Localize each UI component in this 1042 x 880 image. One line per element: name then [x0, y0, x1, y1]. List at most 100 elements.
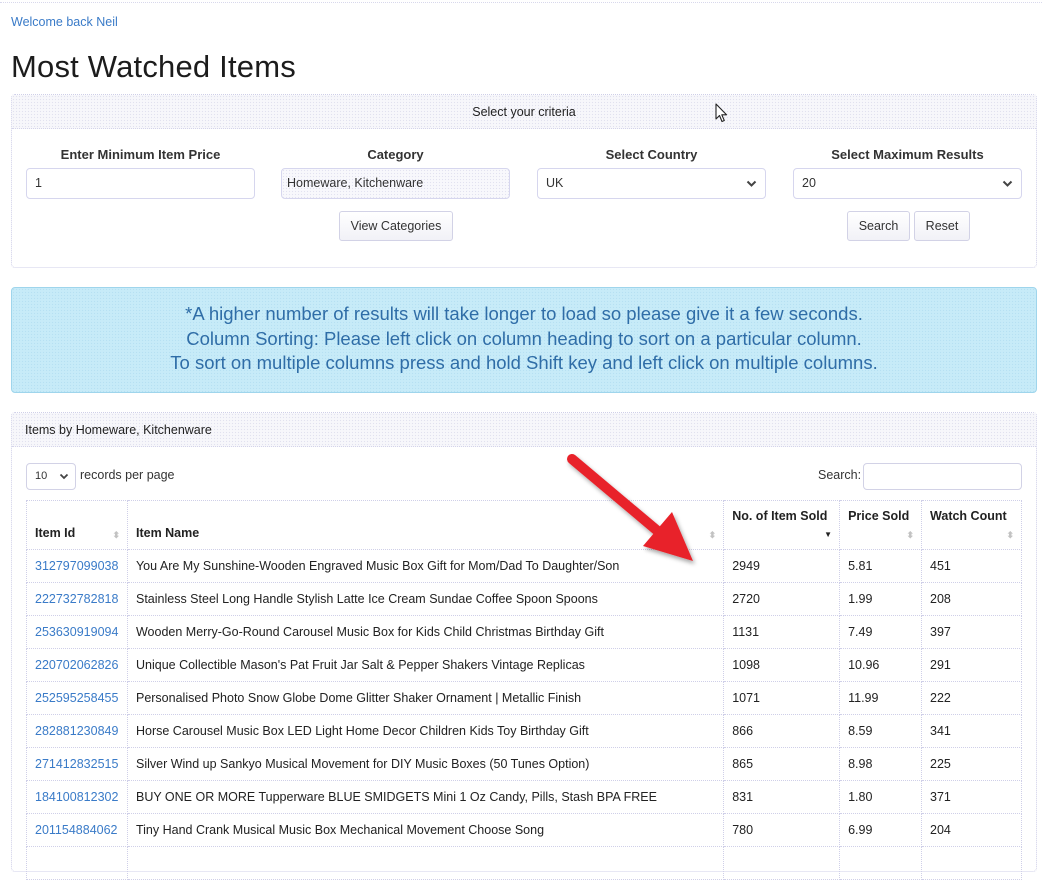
row-watch-count: 204	[921, 813, 1022, 847]
reset-button[interactable]: Reset	[914, 211, 970, 241]
row-watch-count: 397	[921, 615, 1022, 649]
row-item-name: Personalised Photo Snow Globe Dome Glitt…	[126, 681, 725, 715]
row-item-id[interactable]: 184100812302	[26, 780, 128, 814]
column-header-watch-count[interactable]: Watch Count ⬍	[921, 500, 1022, 550]
top-divider	[0, 2, 1042, 3]
row-items-sold: 780	[723, 813, 841, 847]
row-items-sold: 2720	[723, 582, 841, 616]
table-row: 184100812302 BUY ONE OR MORE Tupperware B…	[26, 780, 1022, 814]
view-categories-button[interactable]: View Categories	[339, 211, 453, 241]
table-row: 312797099038 You Are My Sunshine-Wooden E…	[26, 549, 1022, 583]
row-item-name	[126, 846, 725, 880]
row-item-name: Silver Wind up Sankyo Musical Movement f…	[126, 747, 725, 781]
table-row	[26, 846, 1022, 880]
sort-both-icon: ⬍	[906, 530, 915, 540]
column-header-item-id[interactable]: Item Id ⬍	[26, 500, 128, 550]
country-select[interactable]: UK	[537, 168, 766, 199]
criteria-heading: Select your criteria	[12, 95, 1036, 129]
chevron-down-icon	[746, 169, 757, 210]
row-watch-count: 208	[921, 582, 1022, 616]
row-item-id[interactable]: 253630919094	[26, 615, 128, 649]
min-price-value: 1	[35, 176, 42, 190]
sort-both-icon: ⬍	[708, 530, 717, 540]
row-item-name: Stainless Steel Long Handle Stylish Latt…	[126, 582, 725, 616]
row-watch-count: 371	[921, 780, 1022, 814]
row-watch-count	[921, 846, 1022, 880]
sort-both-icon: ⬍	[112, 530, 120, 540]
row-item-name: Tiny Hand Crank Musical Music Box Mechan…	[126, 813, 725, 847]
table-row: 201154884062 Tiny Hand Crank Musical Musi…	[26, 813, 1022, 847]
page-length-label: records per page	[80, 468, 175, 482]
items-panel: Items by Homeware, Kitchenware 10 record…	[11, 412, 1037, 880]
row-watch-count: 225	[921, 747, 1022, 781]
row-price-sold: 8.59	[839, 714, 923, 748]
row-price-sold: 1.80	[839, 780, 923, 814]
row-item-id[interactable]: 201154884062	[26, 813, 128, 847]
row-items-sold: 1131	[723, 615, 841, 649]
row-watch-count: 341	[921, 714, 1022, 748]
row-items-sold	[723, 846, 841, 880]
criteria-panel: Select your criteria Enter Minimum Item …	[11, 94, 1037, 268]
items-heading: Items by Homeware, Kitchenware	[12, 413, 1036, 447]
table-row: 282881230849 Horse Carousel Music Box LED…	[26, 714, 1022, 748]
row-item-name: BUY ONE OR MORE Tupperware BLUE SMIDGETS…	[126, 780, 725, 814]
row-items-sold: 1098	[723, 648, 841, 682]
row-items-sold: 831	[723, 780, 841, 814]
table-row: 220702062826 Unique Collectible Mason's P…	[26, 648, 1022, 682]
row-item-id[interactable]	[26, 846, 128, 880]
category-input[interactable]: Homeware, Kitchenware	[281, 168, 510, 199]
table-search-label: Search:	[818, 468, 862, 482]
row-price-sold: 6.99	[839, 813, 923, 847]
row-price-sold: 11.99	[839, 681, 923, 715]
table-search-input[interactable]	[863, 463, 1022, 490]
table-header-row: Item Id ⬍ Item Name ⬍ No. of Item Sold ▼…	[26, 500, 1022, 550]
row-items-sold: 865	[723, 747, 841, 781]
table-row: 271412832515 Silver Wind up Sankyo Musica…	[26, 747, 1022, 781]
row-item-id[interactable]: 271412832515	[26, 747, 128, 781]
row-item-name: Wooden Merry-Go-Round Carousel Music Box…	[126, 615, 725, 649]
sort-desc-icon: ▼	[824, 530, 833, 539]
row-price-sold: 8.98	[839, 747, 923, 781]
row-items-sold: 1071	[723, 681, 841, 715]
info-line: *A higher number of results will take lo…	[185, 303, 863, 324]
page-length-select[interactable]: 10	[26, 463, 76, 490]
page-length-value: 10	[35, 470, 48, 482]
row-item-name: Unique Collectible Mason's Pat Fruit Jar…	[126, 648, 725, 682]
row-item-id[interactable]: 220702062826	[26, 648, 128, 682]
info-line: Column Sorting: Please left click on col…	[186, 327, 862, 349]
column-header-item-name[interactable]: Item Name ⬍	[126, 500, 725, 550]
info-alert: *A higher number of results will take lo…	[11, 287, 1037, 393]
row-items-sold: 2949	[723, 549, 841, 583]
category-label: Category	[367, 147, 424, 162]
row-item-id[interactable]: 252595258455	[26, 681, 128, 715]
items-table: Item Id ⬍ Item Name ⬍ No. of Item Sold ▼…	[26, 500, 1022, 880]
row-item-id[interactable]: 312797099038	[26, 549, 128, 583]
country-label: Select Country	[605, 147, 698, 162]
max-results-value: 20	[802, 176, 816, 190]
table-row: 253630919094 Wooden Merry-Go-Round Carous…	[26, 615, 1022, 649]
max-results-label: Select Maximum Results	[831, 147, 984, 162]
mouse-cursor-icon	[715, 103, 728, 128]
sort-both-icon: ⬍	[1006, 530, 1014, 540]
table-row: 222732782818 Stainless Steel Long Handle …	[26, 582, 1022, 616]
row-item-id[interactable]: 282881230849	[26, 714, 128, 748]
row-items-sold: 866	[723, 714, 841, 748]
row-item-name: You Are My Sunshine-Wooden Engraved Musi…	[126, 549, 725, 583]
category-value: Homeware, Kitchenware	[287, 176, 424, 190]
column-header-items-sold[interactable]: No. of Item Sold ▼	[723, 500, 841, 550]
country-value: UK	[546, 176, 564, 190]
search-button[interactable]: Search	[847, 211, 910, 241]
page-title: Most Watched Items	[11, 49, 296, 84]
row-price-sold: 7.49	[839, 615, 923, 649]
row-price-sold: 10.96	[839, 648, 923, 682]
row-price-sold: 1.99	[839, 582, 923, 616]
max-results-select[interactable]: 20	[793, 168, 1022, 199]
row-watch-count: 291	[921, 648, 1022, 682]
welcome-link[interactable]: Welcome back Neil	[11, 15, 118, 29]
column-header-price-sold[interactable]: Price Sold ⬍	[839, 500, 923, 550]
min-price-input[interactable]: 1	[26, 168, 255, 199]
row-watch-count: 222	[921, 681, 1022, 715]
row-item-id[interactable]: 222732782818	[26, 582, 128, 616]
row-item-name: Horse Carousel Music Box LED Light Home …	[126, 714, 725, 748]
min-price-label: Enter Minimum Item Price	[60, 147, 221, 162]
